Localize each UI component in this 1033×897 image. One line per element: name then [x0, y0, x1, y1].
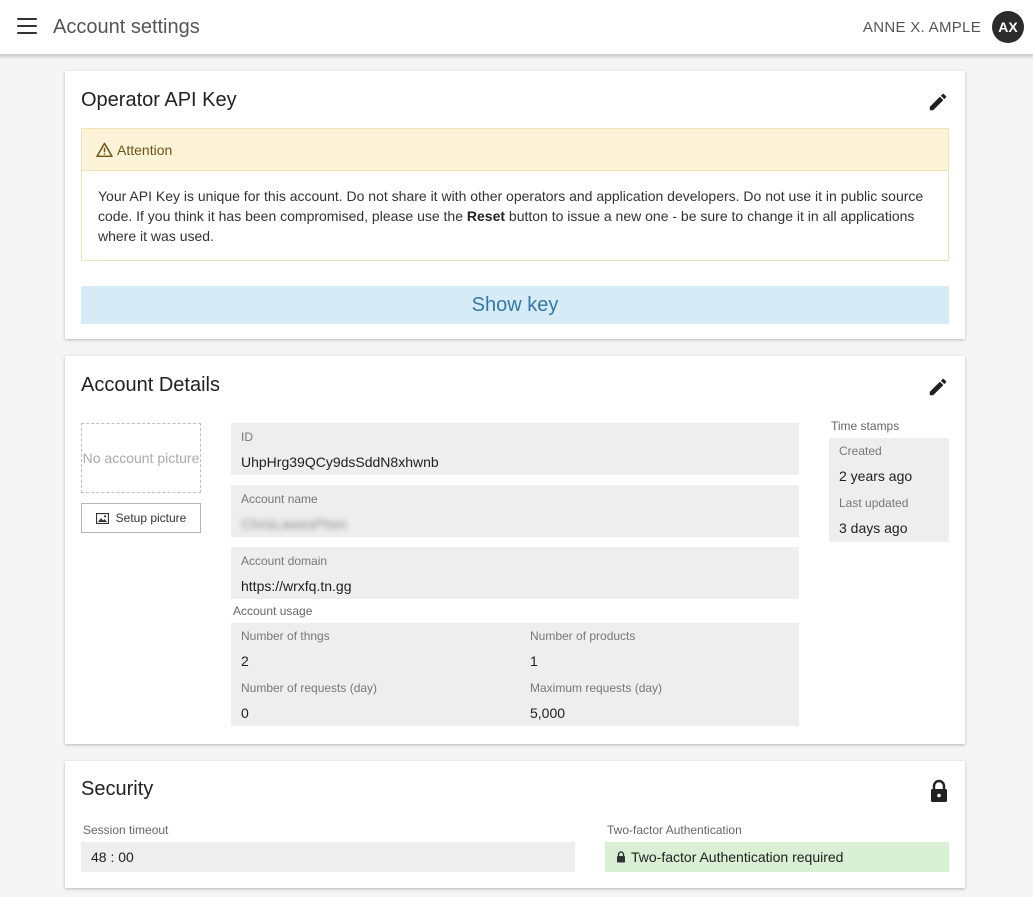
account-name-label: Account name [241, 492, 318, 506]
page-title: Account settings [53, 16, 200, 38]
two-factor-status: Two-factor Authentication required [605, 842, 949, 872]
attention-title: Attention [117, 141, 173, 158]
session-timeout-value: 48 : 00 [81, 842, 575, 872]
warning-icon [96, 142, 113, 157]
id-label: ID [241, 430, 253, 444]
account-details-card: Account Details No account picture Setup… [65, 356, 965, 744]
lock-icon[interactable] [929, 779, 949, 808]
id-value: UhpHrg39QCy9dsSddN8xhwnb [241, 454, 439, 470]
attention-text: Your API Key is unique for this account.… [82, 171, 948, 261]
api-key-card: Operator API Key Attention Your API Key … [65, 71, 965, 339]
products-stat: Number of products 1 [530, 629, 800, 669]
requests-stat: Number of requests (day) 0 [241, 681, 511, 721]
account-details-title: Account Details [81, 374, 220, 396]
setup-picture-button[interactable]: Setup picture [81, 503, 201, 533]
max-requests-value: 5,000 [530, 705, 566, 721]
image-icon [95, 512, 109, 524]
thngs-stat: Number of thngs 2 [241, 629, 511, 669]
updated-label: Last updated [839, 496, 909, 510]
setup-picture-label: Setup picture [115, 511, 187, 525]
products-label: Number of products [530, 629, 636, 643]
requests-value: 0 [241, 705, 249, 721]
products-value: 1 [530, 653, 538, 669]
max-requests-label: Maximum requests (day) [530, 681, 663, 695]
updated-value: 3 days ago [839, 520, 908, 536]
edit-icon[interactable] [927, 91, 949, 118]
timestamps-label: Time stamps [831, 419, 900, 433]
two-factor-label: Two-factor Authentication [607, 823, 742, 837]
account-domain-label: Account domain [241, 554, 328, 568]
edit-icon[interactable] [927, 376, 949, 403]
created-label: Created [839, 444, 882, 458]
id-field: ID UhpHrg39QCy9dsSddN8xhwnb [231, 423, 799, 475]
session-timeout-label: Session timeout [83, 823, 169, 837]
api-key-card-title: Operator API Key [81, 89, 237, 111]
menu-icon[interactable] [17, 18, 37, 34]
security-title: Security [81, 778, 154, 800]
attention-reset-word: Reset [466, 208, 506, 224]
account-picture-placeholder: No account picture [81, 423, 201, 493]
account-domain-value: https://wrxfq.tn.gg [241, 578, 352, 594]
created-value: 2 years ago [839, 468, 913, 484]
avatar[interactable]: AX [992, 11, 1024, 43]
timestamps-box: Created 2 years ago Last updated 3 days … [829, 438, 949, 542]
max-requests-stat: Maximum requests (day) 5,000 [530, 681, 800, 721]
requests-label: Number of requests (day) [241, 681, 378, 695]
top-app-bar: Account settings ANNE X. AMPLE AX [0, 0, 1033, 55]
thngs-label: Number of thngs [241, 629, 330, 643]
lock-icon [617, 851, 625, 863]
show-key-button[interactable]: Show key [81, 286, 949, 324]
user-name[interactable]: ANNE X. AMPLE [863, 19, 981, 36]
account-domain-field: Account domain https://wrxfq.tn.gg [231, 547, 799, 599]
account-name-value: ChrisLawesPhen [241, 516, 347, 532]
account-name-field: Account name ChrisLawesPhen [231, 485, 799, 537]
attention-notice: Attention Your API Key is unique for thi… [81, 128, 949, 261]
created-stat: Created 2 years ago [839, 444, 912, 484]
updated-stat: Last updated 3 days ago [839, 496, 908, 536]
attention-header: Attention [82, 129, 948, 171]
account-usage-box: Number of thngs 2 Number of products 1 N… [231, 623, 799, 726]
security-card: Security Session timeout 48 : 00 Two-fac… [65, 761, 965, 888]
thngs-value: 2 [241, 653, 249, 669]
account-usage-label: Account usage [233, 604, 313, 618]
two-factor-status-text: Two-factor Authentication required [631, 849, 844, 865]
